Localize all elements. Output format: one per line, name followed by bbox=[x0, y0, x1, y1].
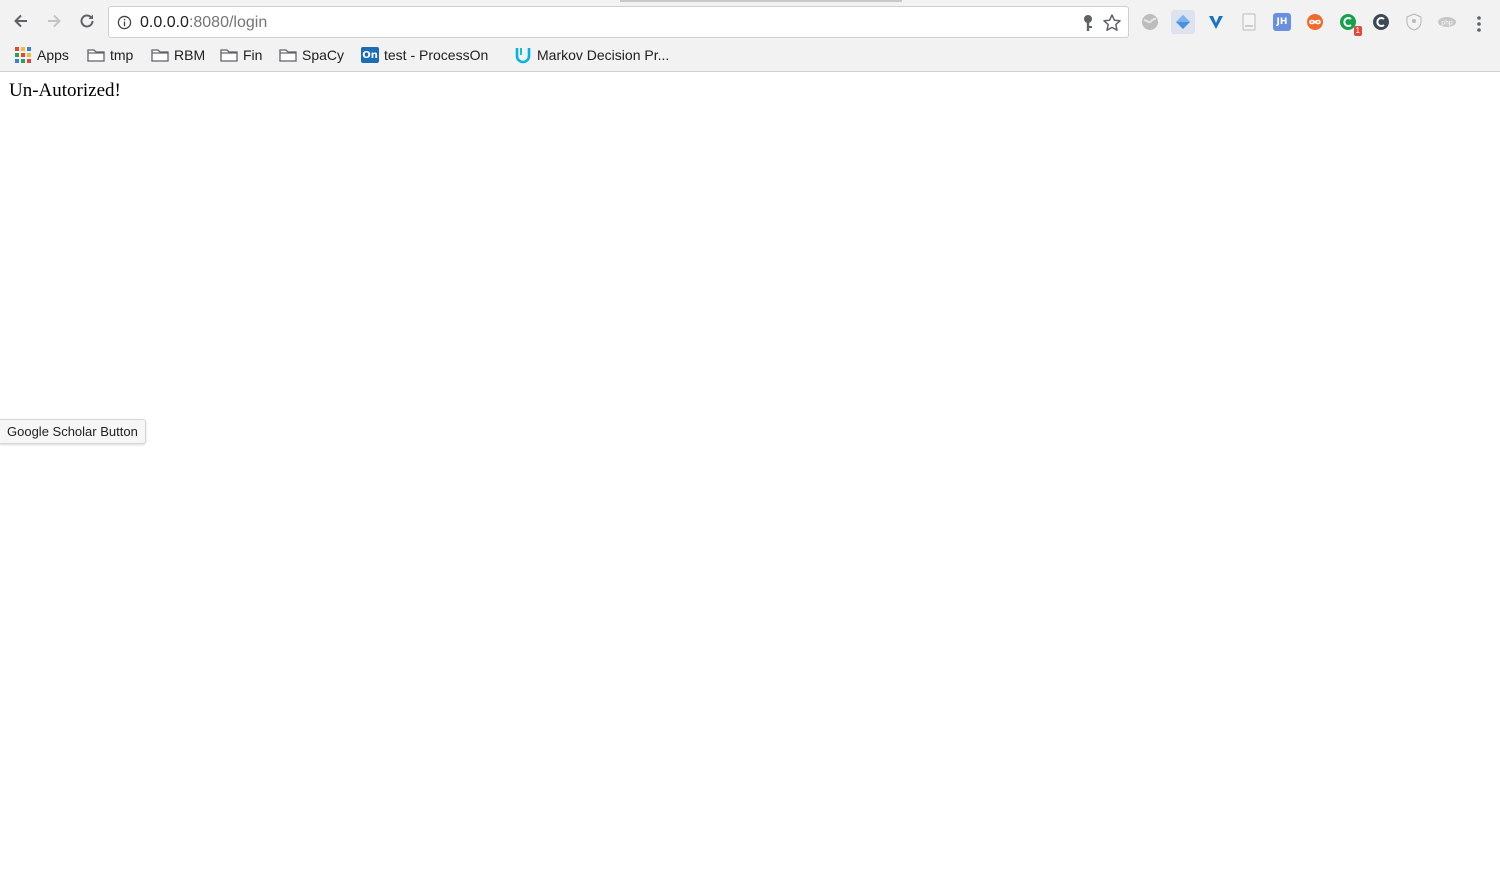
bookmark-folder-fin[interactable]: Fin bbox=[220, 44, 262, 66]
page-content: Un-Autorized! Google Scholar Button bbox=[0, 72, 1500, 895]
more-menu-icon[interactable] bbox=[1474, 14, 1484, 34]
shield-extension-icon[interactable] bbox=[1402, 10, 1426, 34]
bookmark-label: Fin bbox=[243, 47, 263, 63]
active-tab-indicator bbox=[620, 0, 902, 2]
jsonhandle-extension-icon[interactable]: JH bbox=[1270, 10, 1294, 34]
folder-icon bbox=[151, 46, 169, 64]
google-scholar-button[interactable]: Google Scholar Button bbox=[0, 419, 146, 444]
address-bar[interactable]: 0.0.0.0:8080/login bbox=[108, 6, 1129, 38]
info-icon[interactable] bbox=[117, 15, 132, 30]
browser-toolbar: 0.0.0.0:8080/login JH 1 php bbox=[0, 4, 1500, 40]
bookmark-label: tmp bbox=[110, 47, 134, 63]
diamond-extension-icon[interactable] bbox=[1171, 10, 1195, 34]
bookmark-folder-spacy[interactable]: SpaCy bbox=[279, 44, 344, 66]
php-extension-icon[interactable]: php bbox=[1435, 10, 1459, 34]
bookmark-processon[interactable]: On test - ProcessOn bbox=[361, 44, 488, 66]
arrow-right-icon bbox=[48, 14, 61, 28]
url-host: 0.0.0.0 bbox=[140, 14, 189, 31]
forward-button[interactable] bbox=[40, 7, 68, 35]
bookmark-markov[interactable]: Markov Decision Pr... bbox=[514, 44, 669, 66]
reload-icon bbox=[80, 14, 94, 28]
infinity-extension-icon[interactable] bbox=[1303, 10, 1327, 34]
svg-text:php: php bbox=[1441, 20, 1453, 27]
processon-icon: On bbox=[361, 46, 379, 64]
key-icon[interactable] bbox=[1080, 14, 1096, 32]
page-extension-icon[interactable] bbox=[1237, 10, 1261, 34]
folder-icon bbox=[87, 46, 105, 64]
bookmarks-bar: Apps tmp RBM Fin SpaCy On test - Process… bbox=[0, 42, 1500, 68]
browser-chrome: 0.0.0.0:8080/login JH 1 php Apps tmp RBM… bbox=[0, 0, 1500, 72]
bookmark-folder-tmp[interactable]: tmp bbox=[87, 44, 133, 66]
notification-badge: 1 bbox=[1353, 26, 1362, 36]
star-icon[interactable] bbox=[1102, 13, 1122, 33]
bookmark-label: Apps bbox=[37, 47, 69, 63]
bookmark-label: SpaCy bbox=[302, 47, 345, 63]
arrow-left-icon bbox=[14, 14, 27, 28]
vimium-extension-icon[interactable] bbox=[1204, 10, 1228, 34]
folder-icon bbox=[279, 46, 297, 64]
bookmark-apps[interactable]: Apps bbox=[14, 44, 69, 66]
reload-button[interactable] bbox=[73, 7, 101, 35]
url-path: :8080/login bbox=[188, 14, 268, 31]
grammarly-extension-icon[interactable]: 1 bbox=[1336, 10, 1362, 36]
bookmark-label: Markov Decision Pr... bbox=[537, 47, 670, 63]
udacity-icon bbox=[514, 46, 532, 64]
folder-icon bbox=[220, 46, 238, 64]
bookmark-folder-rbm[interactable]: RBM bbox=[151, 44, 205, 66]
back-button[interactable] bbox=[7, 7, 35, 35]
globe-extension-icon[interactable] bbox=[1138, 10, 1162, 34]
bookmark-label: RBM bbox=[174, 47, 206, 63]
unauthorized-message: Un-Autorized! bbox=[9, 80, 121, 101]
bookmark-label: test - ProcessOn bbox=[384, 47, 489, 63]
url-text[interactable]: 0.0.0.0:8080/login bbox=[140, 14, 267, 32]
c-extension-icon[interactable] bbox=[1369, 10, 1393, 34]
apps-grid-icon bbox=[14, 46, 32, 64]
